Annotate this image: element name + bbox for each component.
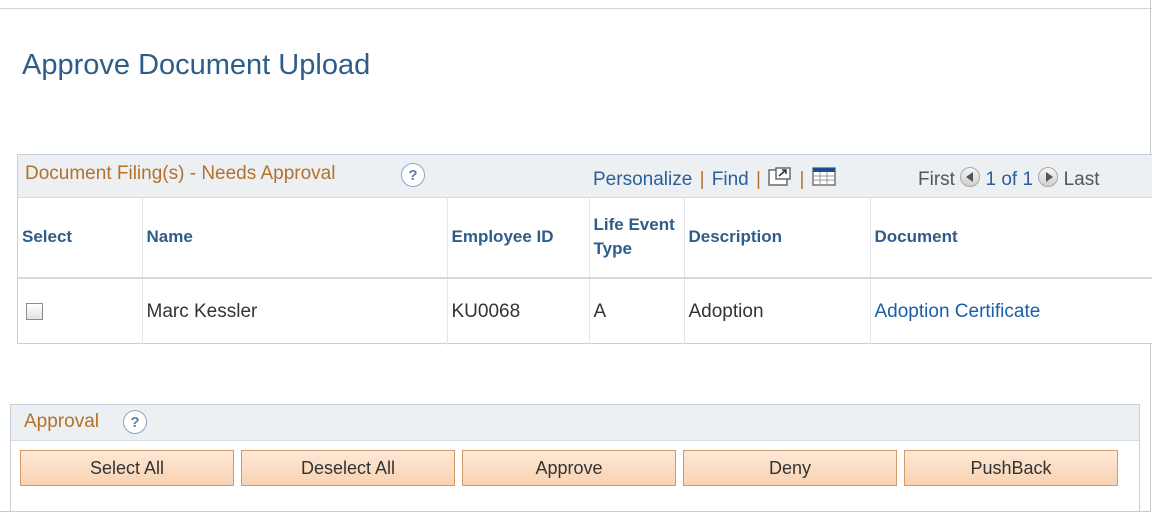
separator: | [699, 169, 705, 190]
approve-button[interactable]: Approve [462, 450, 676, 486]
approval-header: Approval ? [11, 405, 1139, 441]
column-header-life-event-type: Life Event Type [589, 197, 685, 279]
table-header-row: Select Name Employee ID Life Event Type … [18, 197, 1152, 279]
new-window-icon[interactable] [768, 167, 792, 193]
document-table: Select Name Employee ID Life Event Type … [18, 197, 1152, 345]
name-cell: Marc Kessler [142, 278, 448, 345]
approval-title: Approval [24, 411, 99, 432]
page-title: Approve Document Upload [22, 49, 371, 82]
employee-id-cell: KU0068 [447, 278, 590, 345]
pushback-button[interactable]: PushBack [904, 450, 1118, 486]
first-label: First [918, 169, 955, 190]
deselect-all-button[interactable]: Deselect All [241, 450, 455, 486]
select-all-button[interactable]: Select All [20, 450, 234, 486]
page-range: 1 of 1 [985, 169, 1034, 190]
personalize-link[interactable]: Personalize [593, 169, 692, 190]
help-icon[interactable]: ? [401, 163, 425, 187]
right-arrow-icon[interactable] [1038, 167, 1059, 187]
top-divider [0, 8, 1152, 9]
column-header-name: Name [142, 197, 448, 279]
left-arrow-icon[interactable] [960, 167, 981, 187]
column-header-description: Description [684, 197, 871, 279]
grid-toolbar: Personalize | Find | | [593, 167, 836, 193]
document-cell: Adoption Certificate [870, 278, 1152, 345]
document-filings-grid: Document Filing(s) - Needs Approval ? Pe… [17, 154, 1152, 345]
column-header-employee-id: Employee ID [447, 197, 590, 279]
approval-button-bar: Select All Deselect All Approve Deny Pus… [20, 450, 1118, 486]
grid-header: Document Filing(s) - Needs Approval ? Pe… [18, 155, 1152, 198]
table-row: Marc Kessler KU0068 A Adoption Adoption … [18, 278, 1152, 345]
last-label: Last [1063, 169, 1100, 190]
deny-button[interactable]: Deny [683, 450, 897, 486]
description-cell: Adoption [684, 278, 871, 345]
pager: First 1 of 1 Last [918, 167, 1100, 191]
separator: | [756, 169, 761, 190]
column-header-document: Document [870, 197, 1152, 279]
life-event-type-cell: A [589, 278, 685, 345]
help-icon[interactable]: ? [123, 410, 147, 434]
column-header-select: Select [18, 197, 143, 279]
approval-section: Approval ? Select All Deselect All Appro… [10, 404, 1140, 512]
grid-title: Document Filing(s) - Needs Approval [25, 163, 336, 184]
select-cell [18, 278, 143, 345]
document-link[interactable]: Adoption Certificate [875, 301, 1041, 322]
find-link[interactable]: Find [712, 169, 749, 190]
spreadsheet-icon[interactable] [812, 167, 836, 193]
separator: | [799, 169, 805, 190]
select-checkbox[interactable] [26, 303, 43, 321]
